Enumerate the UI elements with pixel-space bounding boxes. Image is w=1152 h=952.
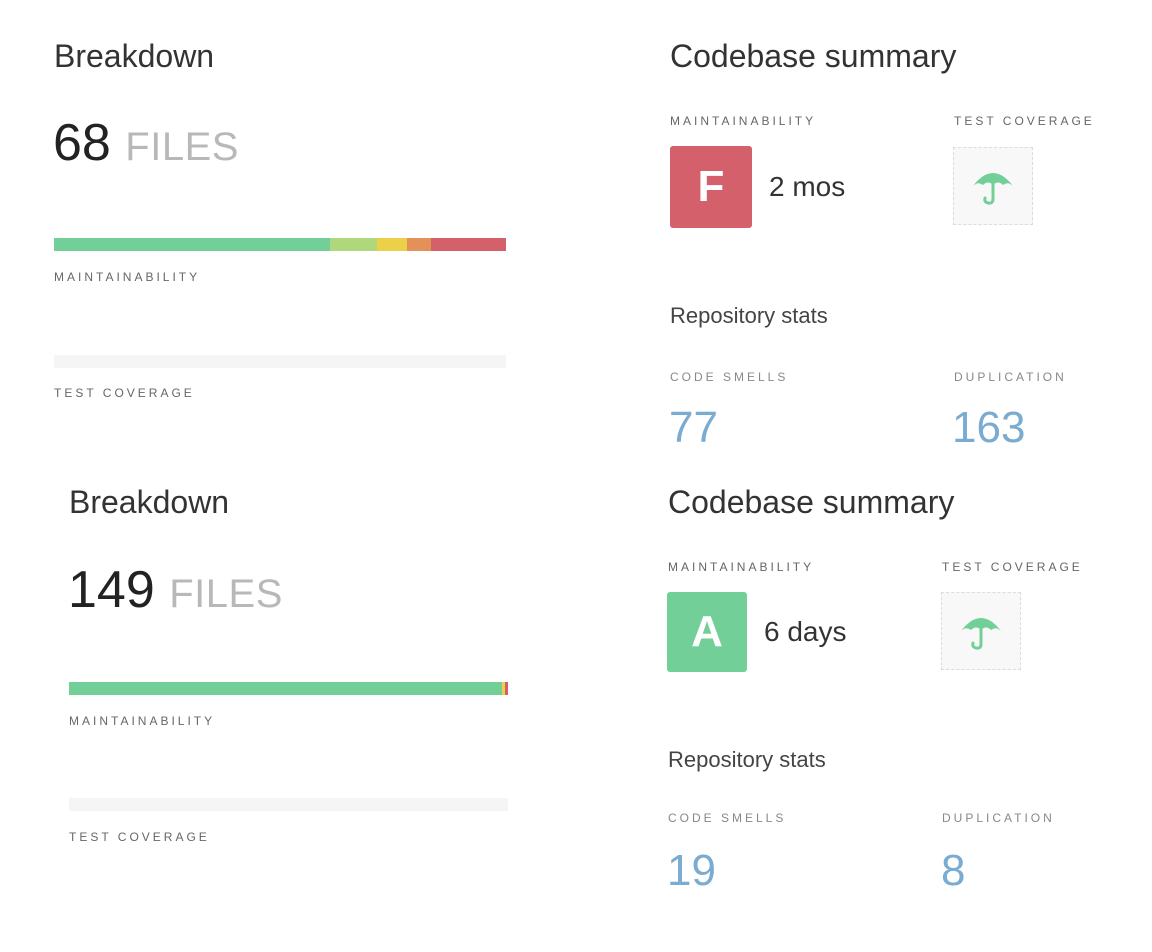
breakdown-title: Breakdown <box>54 38 215 74</box>
code-smells-value[interactable]: 77 <box>669 403 718 453</box>
files-count: 149 FILES <box>68 560 283 620</box>
duplication-value[interactable]: 8 <box>941 846 965 896</box>
test-coverage-placeholder[interactable] <box>953 147 1033 225</box>
test-coverage-bar[interactable] <box>69 798 508 811</box>
maintainability-grade-time: 2 mos <box>769 171 846 202</box>
summary-maintainability-label: MAINTAINABILITY <box>670 114 817 128</box>
files-count-unit: FILES <box>125 125 239 169</box>
maintainability-grade-time: 6 days <box>764 616 847 647</box>
files-count-number: 149 <box>68 561 155 619</box>
summary-maintainability-label: MAINTAINABILITY <box>668 560 815 574</box>
repository-stats-title: Repository stats <box>670 303 828 328</box>
maintainability-label: MAINTAINABILITY <box>54 270 201 284</box>
test-coverage-placeholder[interactable] <box>941 592 1021 670</box>
maintainability-segment-d[interactable] <box>406 238 432 251</box>
codebase-summary-title: Codebase summary <box>668 484 955 520</box>
test-coverage-label: TEST COVERAGE <box>54 386 195 400</box>
maintainability-segment-f[interactable] <box>431 238 506 251</box>
maintainability-segment-c[interactable] <box>377 238 407 251</box>
maintainability-distribution-bar[interactable] <box>54 238 506 251</box>
maintainability-distribution-bar[interactable] <box>69 682 508 695</box>
code-smells-label: CODE SMELLS <box>668 811 787 825</box>
summary-test-coverage-label: TEST COVERAGE <box>942 560 1083 574</box>
files-count: 68 FILES <box>53 113 239 173</box>
files-count-unit: FILES <box>169 572 283 616</box>
files-count-number: 68 <box>53 114 111 172</box>
duplication-label: DUPLICATION <box>942 811 1055 825</box>
maintainability-label: MAINTAINABILITY <box>69 714 216 728</box>
maintainability-grade-badge[interactable]: A <box>667 592 747 672</box>
test-coverage-label: TEST COVERAGE <box>69 830 210 844</box>
duplication-value[interactable]: 163 <box>952 403 1025 453</box>
code-smells-label: CODE SMELLS <box>670 370 789 384</box>
maintainability-segment-b[interactable] <box>329 238 378 251</box>
codebase-summary-title: Codebase summary <box>670 38 957 74</box>
breakdown-title: Breakdown <box>69 484 230 520</box>
maintainability-segment-a[interactable] <box>54 238 330 251</box>
code-smells-value[interactable]: 19 <box>667 846 716 896</box>
maintainability-segment-f[interactable] <box>505 682 508 695</box>
maintainability-segment-a[interactable] <box>69 682 502 695</box>
repository-stats-title: Repository stats <box>668 747 826 772</box>
summary-test-coverage-label: TEST COVERAGE <box>954 114 1095 128</box>
umbrella-icon <box>973 173 1013 205</box>
test-coverage-bar[interactable] <box>54 355 506 368</box>
maintainability-grade-badge[interactable]: F <box>670 146 752 228</box>
duplication-label: DUPLICATION <box>954 370 1067 384</box>
umbrella-icon <box>961 618 1001 650</box>
